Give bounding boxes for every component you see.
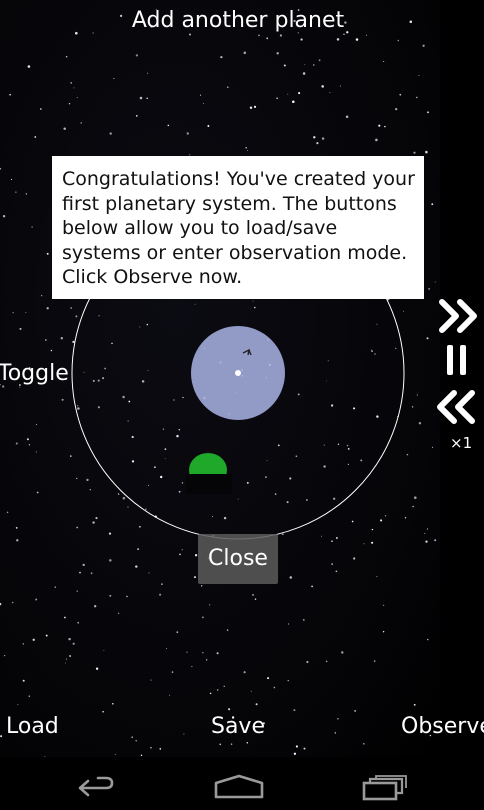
rewind-icon [437,390,475,424]
back-icon [78,776,114,797]
planet-shadow [186,474,232,494]
toggle-button[interactable]: Toggle [0,363,69,385]
add-planet-button[interactable]: Add another planet [0,10,476,32]
rewind-button[interactable] [434,387,484,427]
star-center-point [235,370,241,376]
back-button[interactable] [58,757,128,810]
system-navigation-bar [0,757,484,810]
home-button[interactable] [204,757,274,810]
close-button[interactable]: Close [198,534,278,584]
tutorial-tooltip: Congratulations! You've created your fir… [52,156,424,299]
home-icon [214,774,264,799]
observe-button[interactable]: Observe [401,716,484,738]
tooltip-message: Congratulations! You've created your fir… [62,168,415,288]
pause-button[interactable] [434,340,484,380]
pause-icon [447,345,466,375]
recents-button[interactable] [350,757,420,810]
fast-forward-icon [439,299,477,333]
app-screen: Add another planet Toggle Congratulation… [0,0,484,810]
fast-forward-button[interactable] [434,296,484,336]
speed-multiplier: ×1 [450,434,473,452]
recents-icon [362,775,407,801]
